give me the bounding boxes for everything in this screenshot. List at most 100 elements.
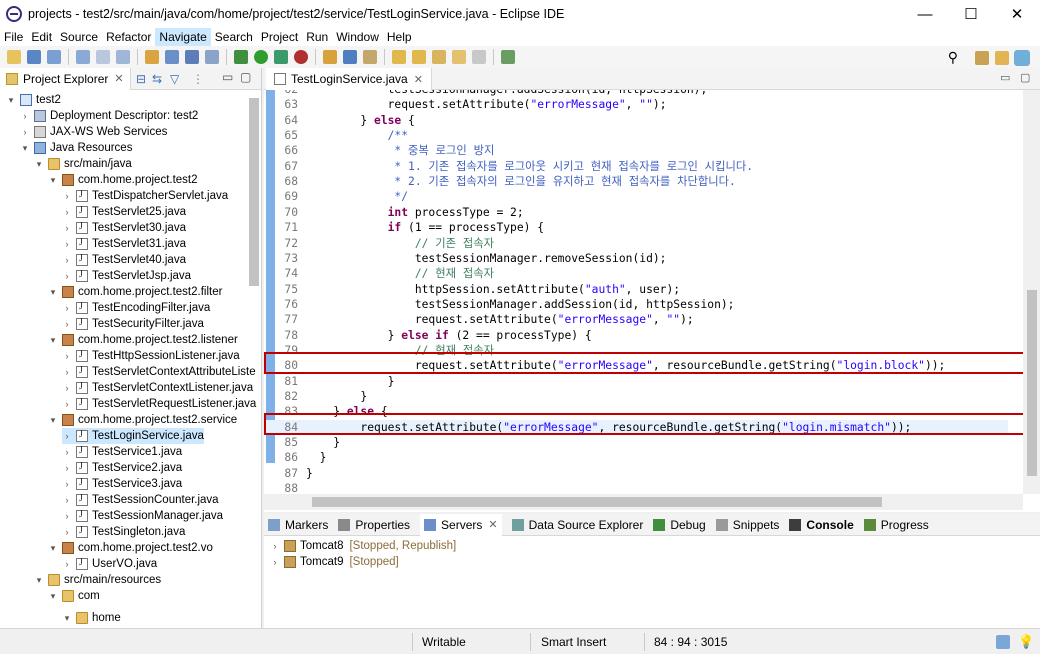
chevron-right-icon[interactable]: › [62,559,72,569]
chevron-right-icon[interactable]: › [62,399,72,409]
chevron-down-icon[interactable]: ▾ [6,95,16,106]
java-ee-perspective-icon[interactable] [995,50,1009,65]
open-type-icon[interactable] [76,50,90,64]
tab-console[interactable]: Console [789,514,854,536]
maximize-editor-icon[interactable]: ▢ [1020,71,1034,85]
menu-run[interactable]: Run [302,28,332,46]
code-line[interactable]: 74 // 현재 접속자 [264,266,1008,281]
tree-scrollbar[interactable] [249,98,259,286]
project-explorer-tab[interactable]: Project Explorer ✕ [0,67,131,90]
minimize-view-icon[interactable]: ▭ [222,70,233,84]
code-line[interactable]: 81 } [264,374,1008,389]
whitespace-icon[interactable] [205,50,219,64]
debug-icon[interactable] [234,50,248,64]
coverage-icon[interactable] [274,50,288,64]
code-line[interactable]: 63 request.setAttribute("errorMessage", … [264,97,1008,112]
menu-help[interactable]: Help [383,28,416,46]
next-annotation-icon[interactable] [392,50,406,64]
code-line[interactable]: 87} [264,466,1008,481]
search-icon[interactable]: ⚲ [948,49,958,66]
tree-item[interactable]: › TestEncodingFilter.java [62,300,210,316]
tree-item[interactable]: › TestServlet30.java [62,220,186,236]
chevron-right-icon[interactable]: › [62,367,72,377]
tree-item[interactable]: ▾ com [48,588,100,604]
view-menu-icon[interactable]: ⋮ [192,72,204,86]
tree-item[interactable]: › Deployment Descriptor: test2 [20,108,198,124]
new-class-icon[interactable] [343,50,357,64]
tree-item[interactable]: › JAX-WS Web Services [20,124,167,140]
chevron-right-icon[interactable]: › [62,239,72,249]
tips-icon[interactable]: 💡 [1018,634,1034,650]
chevron-right-icon[interactable]: › [62,511,72,521]
tree-item[interactable]: › TestService3.java [62,476,182,492]
code-line[interactable]: 67 * 1. 기존 접속자를 로그아웃 시키고 현재 접속자를 로그인 시킵니… [264,159,1008,174]
tree-item[interactable]: ▾ com.home.project.test2.filter [48,284,222,300]
tree-item[interactable]: › TestServlet31.java [62,236,186,252]
editor-tab-testloginservice[interactable]: TestLoginService.java ✕ [266,68,432,90]
tree-item[interactable]: ▾ com.home.project.test2.service [48,412,237,428]
tab-progress[interactable]: Progress [863,514,929,536]
tree-item[interactable]: › TestServletJsp.java [62,268,191,284]
chevron-down-icon[interactable]: ▾ [48,335,58,346]
toggle-mark-icon[interactable] [145,50,159,64]
back-icon[interactable] [452,50,466,64]
debug-perspective-icon[interactable] [1014,49,1030,66]
chevron-down-icon[interactable]: ▾ [62,613,72,624]
chevron-right-icon[interactable]: › [62,383,72,393]
menu-source[interactable]: Source [56,28,102,46]
tree-item[interactable]: › TestSecurityFilter.java [62,316,204,332]
last-edit-icon[interactable] [432,50,446,64]
tree-item[interactable]: ▾ com.home.project.test2.vo [48,540,213,556]
maximize-view-icon[interactable]: ▢ [240,70,251,84]
tree-item[interactable]: ▾ com.home.project.test2 [48,172,198,188]
maximize-button[interactable]: ☐ [948,0,994,28]
code-line[interactable]: 72 // 기존 접속자 [264,236,1008,251]
code-line[interactable]: 88 [264,481,1008,494]
tree-item[interactable]: ▾ test2 [6,92,61,108]
tree-item[interactable]: › TestServletContextListener.java [62,380,253,396]
chevron-right-icon[interactable]: › [62,479,72,489]
code-line[interactable]: 64 } else { [264,113,1008,128]
minimize-editor-icon[interactable]: ▭ [1000,71,1014,85]
code-line[interactable]: 76 testSessionManager.addSession(id, htt… [264,297,1008,312]
word-wrap-icon[interactable] [165,50,179,64]
menu-refactor[interactable]: Refactor [102,28,155,46]
chevron-right-icon[interactable]: › [62,447,72,457]
chevron-right-icon[interactable]: › [20,127,30,137]
chevron-down-icon[interactable]: ▾ [48,591,58,602]
chevron-right-icon[interactable]: › [62,223,72,233]
search-toolbar-icon[interactable] [116,50,130,64]
tree-item[interactable]: › TestServlet25.java [62,204,186,220]
chevron-down-icon[interactable]: ▾ [34,575,44,586]
collapse-all-icon[interactable]: ⊟ [136,72,146,86]
forward-icon[interactable] [472,50,486,64]
chevron-right-icon[interactable]: › [62,191,72,201]
menu-project[interactable]: Project [257,28,302,46]
run-icon[interactable] [254,50,268,64]
tree-item[interactable]: › TestSingleton.java [62,524,185,540]
tab-markers[interactable]: Markers [268,514,328,536]
tree-item[interactable]: ▾ com.home.project.test2.listener [48,332,238,348]
tree-item[interactable]: › TestHttpSessionListener.java [62,348,240,364]
code-line[interactable]: 66 * 중복 로그인 방지 [264,143,1008,158]
new-icon[interactable] [7,50,21,64]
chevron-right-icon[interactable]: › [62,271,72,281]
chevron-right-icon[interactable]: › [62,319,72,329]
code-line[interactable]: 85 } [264,435,1008,450]
external-tools-icon[interactable] [294,50,308,64]
code-line[interactable]: 78 } else if (2 == processType) { [264,328,1008,343]
previous-annotation-icon[interactable] [412,50,426,64]
open-task-icon[interactable] [363,50,377,64]
chevron-down-icon[interactable]: ▾ [48,415,58,426]
new-package-icon[interactable] [323,50,337,64]
tab-data-source-explorer[interactable]: Data Source Explorer [511,514,643,536]
chevron-down-icon[interactable]: ▾ [48,543,58,554]
tree-item[interactable]: › TestServletRequestListener.java [62,396,256,412]
tree-item[interactable]: › TestDispatcherServlet.java [62,188,228,204]
tree-item[interactable]: ▾ Java Resources [20,140,132,156]
chevron-right-icon[interactable]: › [270,557,280,567]
close-tab-icon[interactable]: ✕ [114,72,123,85]
chevron-down-icon[interactable]: ▾ [48,175,58,186]
save-icon[interactable] [27,50,41,64]
chevron-right-icon[interactable]: › [62,495,72,505]
